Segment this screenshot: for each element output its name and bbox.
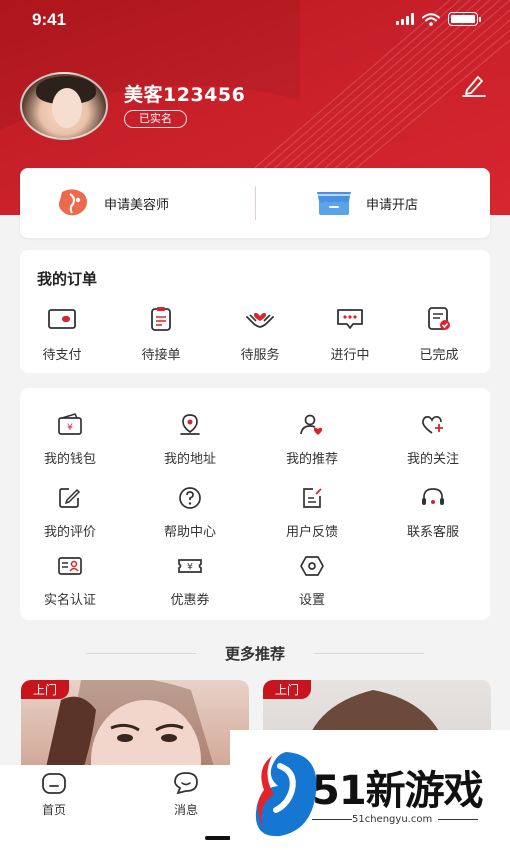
watermark-text: 51新游戏 bbox=[312, 768, 484, 814]
coupon-icon: ¥ bbox=[178, 559, 202, 573]
orders-card: 我的订单 待支付 待接单 待服务 进行中 已完成 bbox=[20, 250, 490, 373]
heart-hands-icon bbox=[246, 312, 274, 328]
apply-store-label: 申请开店 bbox=[366, 197, 419, 213]
service-verification[interactable]: 实名认证 bbox=[20, 554, 120, 608]
beautician-icon bbox=[58, 189, 87, 216]
chat-dots-icon bbox=[337, 309, 363, 329]
signal-icon bbox=[396, 13, 414, 25]
message-icon bbox=[174, 772, 198, 795]
service-label: 帮助中心 bbox=[163, 525, 216, 540]
nav-label: 消息 bbox=[173, 803, 198, 817]
service-coupon[interactable]: ¥ 优惠券 bbox=[140, 554, 240, 608]
watermark-url: 51chengyu.com bbox=[352, 814, 433, 825]
wallet-icon bbox=[48, 309, 76, 329]
home-icon bbox=[42, 773, 66, 794]
order-label: 待接单 bbox=[141, 348, 181, 363]
apply-beautician-button[interactable]: 申请美容师 bbox=[56, 168, 169, 238]
watermark: 51新游戏 51chengyu.com bbox=[230, 730, 510, 850]
svg-text:¥: ¥ bbox=[187, 563, 193, 573]
order-label: 待支付 bbox=[42, 348, 82, 363]
headset-icon bbox=[422, 488, 444, 505]
nav-home[interactable]: 首页 bbox=[24, 771, 84, 818]
svg-text:¥: ¥ bbox=[67, 423, 73, 433]
recommend-tag: 上门 bbox=[263, 680, 312, 699]
avatar[interactable] bbox=[20, 72, 108, 140]
service-address[interactable]: 我的地址 bbox=[140, 413, 240, 467]
battery-icon bbox=[448, 12, 481, 26]
wifi-icon bbox=[422, 12, 440, 26]
service-label: 我的评价 bbox=[43, 525, 96, 540]
service-follow[interactable]: 我的关注 bbox=[383, 413, 483, 467]
more-recommend-title: 更多推荐 bbox=[224, 645, 285, 663]
checklist-icon bbox=[428, 307, 450, 330]
services-card: ¥ 我的钱包 我的地址 我的推荐 我的关注 我的评价 帮助中心 用户反馈 联系客… bbox=[20, 388, 490, 620]
yen-wallet-icon: ¥ bbox=[58, 413, 82, 435]
order-label: 待服务 bbox=[240, 348, 280, 363]
order-pending-service[interactable]: 待服务 bbox=[225, 306, 295, 363]
divider-line-right bbox=[314, 653, 424, 654]
watermark-logo bbox=[255, 752, 317, 837]
user-heart-icon bbox=[300, 414, 323, 435]
order-in-progress[interactable]: 进行中 bbox=[315, 306, 385, 363]
username: 美客123456 bbox=[124, 84, 246, 106]
verified-badge: 已实名 bbox=[124, 110, 187, 128]
clipboard-icon bbox=[151, 307, 171, 331]
service-label: 优惠券 bbox=[170, 593, 210, 608]
recommend-tag: 上门 bbox=[21, 680, 70, 699]
status-bar: 9:41 bbox=[0, 0, 510, 40]
orders-title: 我的订单 bbox=[37, 270, 98, 288]
edit-icon bbox=[59, 488, 81, 508]
apply-beautician-label: 申请美容师 bbox=[104, 197, 170, 213]
heart-plus-icon bbox=[422, 415, 443, 434]
order-pending-payment[interactable]: 待支付 bbox=[27, 306, 97, 363]
service-label: 实名认证 bbox=[43, 593, 96, 608]
apply-card: 申请美容师 申请开店 bbox=[20, 168, 490, 238]
order-label: 已完成 bbox=[419, 348, 459, 363]
edit-profile-icon[interactable] bbox=[460, 72, 488, 98]
apply-divider bbox=[255, 186, 256, 220]
apply-store-button[interactable]: 申请开店 bbox=[316, 168, 418, 238]
order-label: 进行中 bbox=[330, 348, 370, 363]
home-indicator bbox=[205, 836, 231, 840]
service-feedback[interactable]: 用户反馈 bbox=[262, 486, 362, 540]
service-label: 我的关注 bbox=[406, 452, 459, 467]
location-icon bbox=[180, 414, 200, 435]
settings-icon bbox=[300, 556, 324, 576]
status-time: 9:41 bbox=[32, 10, 67, 29]
question-icon bbox=[179, 487, 201, 509]
store-icon bbox=[317, 192, 351, 215]
service-label: 联系客服 bbox=[406, 525, 459, 540]
service-label: 我的钱包 bbox=[43, 452, 96, 467]
service-label: 用户反馈 bbox=[285, 525, 338, 540]
service-wallet[interactable]: ¥ 我的钱包 bbox=[20, 413, 120, 467]
service-review[interactable]: 我的评价 bbox=[20, 486, 120, 540]
watermark-line-left bbox=[312, 819, 352, 820]
order-completed[interactable]: 已完成 bbox=[404, 306, 474, 363]
service-settings[interactable]: 设置 bbox=[262, 554, 362, 608]
service-recommend[interactable]: 我的推荐 bbox=[262, 413, 362, 467]
nav-label: 首页 bbox=[41, 803, 66, 817]
watermark-line-right bbox=[438, 819, 478, 820]
service-support[interactable]: 联系客服 bbox=[383, 486, 483, 540]
service-label: 设置 bbox=[298, 593, 325, 608]
service-help[interactable]: 帮助中心 bbox=[140, 486, 240, 540]
feedback-icon bbox=[303, 488, 322, 508]
order-pending-accept[interactable]: 待接单 bbox=[126, 306, 196, 363]
id-card-icon bbox=[58, 557, 82, 575]
nav-messages[interactable]: 消息 bbox=[156, 771, 216, 818]
status-icons bbox=[396, 12, 481, 26]
service-label: 我的地址 bbox=[163, 452, 216, 467]
service-label: 我的推荐 bbox=[285, 452, 338, 467]
